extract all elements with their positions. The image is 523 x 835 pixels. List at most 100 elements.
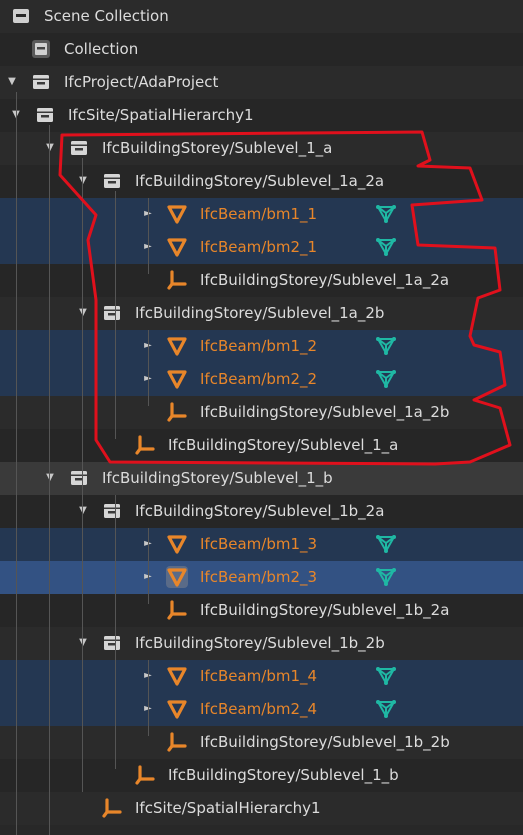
outliner-row[interactable]: ►IfcBeam/bm2_4 [0,693,523,726]
row-label: IfcBuildingStorey/Sublevel_1a_2a [200,271,450,289]
collection-icon [34,104,56,126]
tree-guide-line [148,660,149,736]
outliner-row[interactable]: ►IfcBeam/bm1_1 [0,198,523,231]
tree-guide-line [148,528,149,604]
row-label: IfcBuildingStorey/Sublevel_1_a [102,139,333,157]
row-label: IfcBuildingStorey/Sublevel_1b_2b [135,634,385,652]
outliner-row[interactable]: ▼ IfcBuildingStorey/Sublevel_1b_2a [0,495,523,528]
mesh-data-icon[interactable] [374,203,398,225]
mesh-object-icon [166,566,188,588]
tree-guide-line [49,125,50,835]
outliner-row[interactable]: ▼ IfcBuildingStorey/Sublevel_1_a [0,132,523,165]
expand-toggle-icon[interactable]: ▼ [40,138,60,158]
mesh-data-icon[interactable] [374,566,398,588]
collection-icon [101,302,123,324]
row-label: IfcBuildingStorey/Sublevel_1_b [168,766,399,784]
outliner-tree: Scene Collection Collection ▼ IfcProject/Ad… [0,0,523,835]
row-label: IfcBuildingStorey/Sublevel_1_a [168,436,399,454]
mesh-data-icon[interactable] [374,236,398,258]
row-label: IfcBeam/bm1_3 [200,535,318,553]
expand-toggle-icon[interactable]: ▼ [2,72,22,92]
outliner-row[interactable]: ▼ IfcProject/AdaProject [0,66,523,99]
empty-object-icon [166,269,188,291]
row-label: IfcBuildingStorey/Sublevel_1a_2b [135,304,385,322]
mesh-data-icon[interactable] [374,368,398,390]
tree-guide-line [148,330,149,406]
collection-icon [68,467,90,489]
mesh-object-icon [166,236,188,258]
collection-icon [101,500,123,522]
empty-object-icon [134,434,156,456]
mesh-object-icon [166,665,188,687]
outliner-row[interactable]: ▼IfcSite/SpatialHierarchy1 [0,99,523,132]
mesh-object-icon [166,698,188,720]
outliner-row[interactable]: IfcBuildingStorey/Sublevel_1_b [0,759,523,792]
mesh-data-icon[interactable] [374,533,398,555]
mesh-object-icon [166,533,188,555]
row-label: IfcBuildingStorey/Sublevel_1b_2b [200,733,450,751]
outliner-row[interactable]: ▼ IfcBuildingStorey/Sublevel_1_b [0,462,523,495]
outliner-row[interactable]: IfcBuildingStorey/Sublevel_1a_2a [0,264,523,297]
row-label: IfcBeam/bm1_1 [200,205,318,223]
row-label: IfcBeam/bm2_3 [200,568,318,586]
tree-guide-line [16,92,17,835]
outliner-row[interactable]: Collection [0,33,523,66]
row-label: Collection [64,40,139,58]
outliner-row[interactable]: IfcBuildingStorey/Sublevel_1a_2b [0,396,523,429]
mesh-object-icon [166,335,188,357]
outliner-row[interactable]: ▼ IfcBuildingStorey/Sublevel_1a_2b [0,297,523,330]
row-label: IfcBeam/bm1_2 [200,337,318,355]
outliner-row[interactable]: ►IfcBeam/bm1_4 [0,660,523,693]
empty-object-icon [134,764,156,786]
mesh-data-icon[interactable] [374,335,398,357]
empty-object-icon [166,599,188,621]
collection-icon [101,632,123,654]
mesh-data-icon[interactable] [374,698,398,720]
tree-guide-line [148,198,149,274]
row-label: IfcBuildingStorey/Sublevel_1a_2b [200,403,450,421]
row-label: IfcBuildingStorey/Sublevel_1a_2a [135,172,385,190]
expand-toggle-icon[interactable]: ▼ [73,303,93,323]
row-label: IfcProject/AdaProject [64,73,219,91]
mesh-object-icon [166,203,188,225]
outliner-row[interactable]: ►IfcBeam/bm1_3 [0,528,523,561]
collection-icon [101,170,123,192]
row-label: IfcSite/SpatialHierarchy1 [68,106,254,124]
expand-toggle-icon[interactable]: ▼ [40,468,60,488]
row-label: IfcBeam/bm2_4 [200,700,318,718]
outliner-row[interactable]: ▼ IfcBuildingStorey/Sublevel_1b_2b [0,627,523,660]
outliner-row[interactable]: ▼ IfcBuildingStorey/Sublevel_1a_2a [0,165,523,198]
collection-icon [30,71,52,93]
expand-toggle-icon[interactable]: ▼ [73,171,93,191]
row-label: IfcBuildingStorey/Sublevel_1b_2a [135,502,385,520]
tree-guide-line [82,158,83,792]
outliner-row[interactable]: IfcBuildingStorey/Sublevel_1b_2b [0,726,523,759]
expand-toggle-icon[interactable]: ▼ [73,501,93,521]
outliner-row[interactable]: Scene Collection [0,0,523,33]
row-label: IfcBuildingStorey/Sublevel_1_b [102,469,333,487]
row-label: IfcBeam/bm2_1 [200,238,318,256]
mesh-object-icon [166,368,188,390]
row-label: IfcBuildingStorey/Sublevel_1b_2a [200,601,450,619]
outliner-row[interactable]: ►IfcBeam/bm1_2 [0,330,523,363]
outliner-row[interactable]: ►IfcBeam/bm2_3 [0,561,523,594]
empty-object-icon [166,731,188,753]
outliner-row[interactable]: ►IfcBeam/bm2_2 [0,363,523,396]
tree-guide-line [115,191,116,439]
scene-collection-icon [10,5,32,27]
row-label: IfcBeam/bm1_4 [200,667,318,685]
outliner-row[interactable]: ►IfcBeam/bm2_1 [0,231,523,264]
row-label: Scene Collection [44,7,169,25]
expand-toggle-icon[interactable]: ▼ [73,633,93,653]
outliner-row[interactable]: IfcSite/SpatialHierarchy1 [0,792,523,825]
collection-icon [68,137,90,159]
row-label: IfcSite/SpatialHierarchy1 [135,799,321,817]
empty-object-icon [101,797,123,819]
row-label: IfcBeam/bm2_2 [200,370,318,388]
empty-object-icon [166,401,188,423]
tree-guide-line [115,495,116,769]
outliner-row[interactable]: IfcBuildingStorey/Sublevel_1b_2a [0,594,523,627]
mesh-data-icon[interactable] [374,665,398,687]
outliner-row[interactable]: IfcBuildingStorey/Sublevel_1_a [0,429,523,462]
collection-box-icon [30,38,52,60]
